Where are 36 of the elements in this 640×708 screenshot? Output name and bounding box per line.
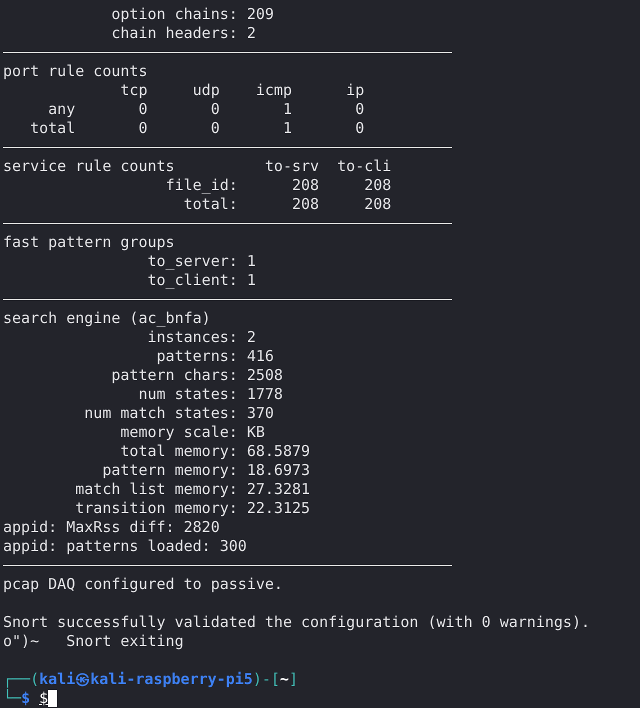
- prompt-frame: ┌──(: [3, 670, 40, 689]
- output-line: to_server: 1: [148, 252, 256, 271]
- output-line: service rule counts to-srv to-cli: [3, 157, 392, 176]
- prompt-frame: )-[: [252, 670, 280, 689]
- output-line: patterns: 416: [156, 347, 274, 366]
- output-line: fast pattern groups: [3, 233, 175, 252]
- output-line: Snort successfully validated the configuration (with 0 warnings).: [3, 613, 590, 632]
- output-line: total 0 0 1 0: [30, 119, 364, 138]
- output-line: chain headers: 2: [111, 24, 256, 43]
- output-line: total memory: 68.5879: [120, 442, 310, 461]
- output-line: pattern memory: 18.6973: [102, 461, 310, 480]
- output-line: num states: 1778: [138, 385, 283, 404]
- prompt-user: kali㉿kali-raspberry-pi5: [39, 670, 253, 689]
- output-line: appid: MaxRss diff: 2820: [3, 518, 220, 537]
- output-line: appid: patterns loaded: 300: [3, 537, 247, 556]
- output-line: any 0 0 1 0: [48, 100, 364, 119]
- output-line: search engine (ac_bnfa): [3, 309, 211, 328]
- output-line: option chains: 209: [111, 5, 274, 24]
- output-line: file_id: 208 208: [166, 176, 392, 195]
- output-line: num match states: 370: [84, 404, 274, 423]
- prompt-user: $: [21, 689, 30, 708]
- prompt-directory: ~: [280, 670, 289, 689]
- output-line: transition memory: 22.3125: [75, 499, 310, 518]
- output-line: instances: 2: [148, 328, 256, 347]
- output-line: match list memory: 27.3281: [75, 480, 310, 499]
- prompt-frame: ]: [288, 670, 298, 689]
- output-line: pattern chars: 2508: [111, 366, 283, 385]
- output-line: memory scale: KB: [120, 423, 265, 442]
- output-line: tcp udp icmp ip: [120, 81, 364, 100]
- output-line: to_client: 1: [148, 271, 256, 290]
- output-line: o")~ Snort exiting: [3, 632, 184, 651]
- output-line: pcap DAQ configured to passive.: [3, 575, 283, 594]
- command-input[interactable]: $: [39, 689, 48, 708]
- prompt-frame: └─: [3, 689, 22, 708]
- output-line: total: 208 208: [184, 195, 392, 214]
- output-line: port rule counts: [3, 62, 148, 81]
